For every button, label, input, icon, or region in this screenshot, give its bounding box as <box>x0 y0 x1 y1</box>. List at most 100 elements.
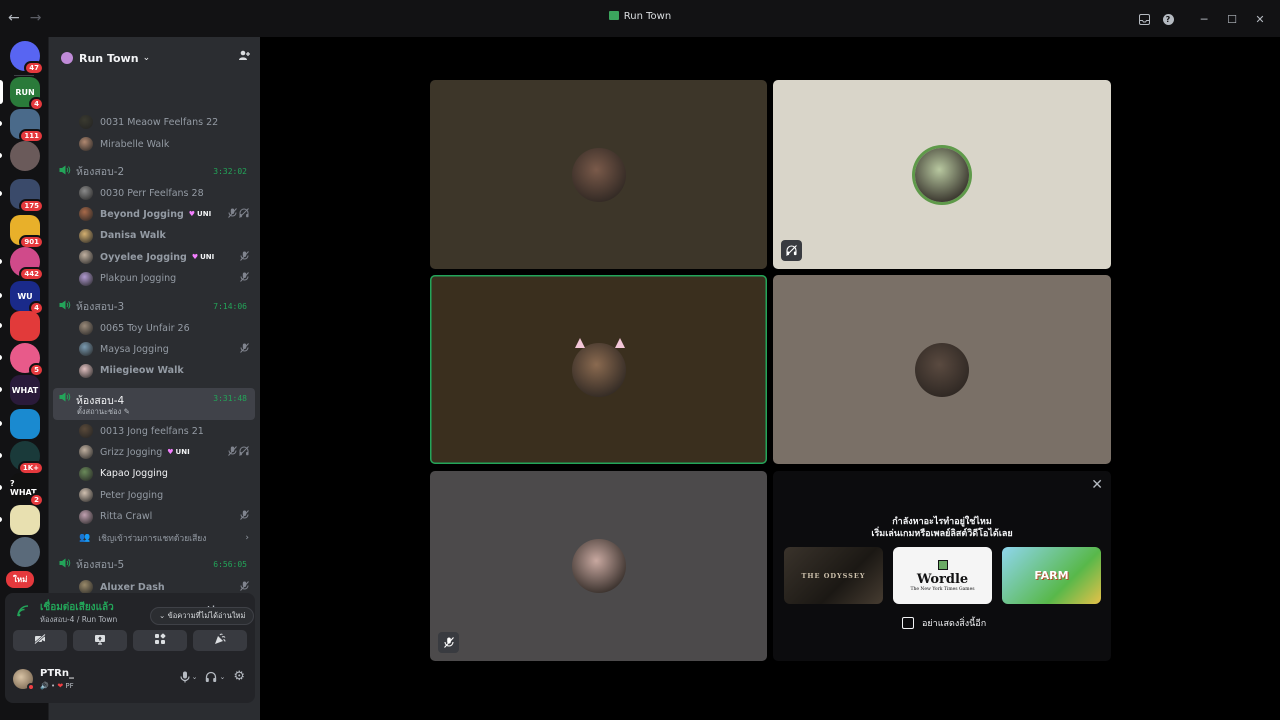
voice-user[interactable]: Beyond Jogging ♥ UNI <box>79 205 251 223</box>
suggestion-subtitle: เริ่มเล่นเกมหรือเพลย์ลิสต์วิดีโอได้เลย <box>871 529 1013 539</box>
server-icon-14[interactable]: ?WHAT 2 <box>0 473 44 507</box>
server-icon-8[interactable]: WU 4 <box>0 281 44 315</box>
server-icon-13[interactable]: 1K+ <box>0 441 44 475</box>
custom-status[interactable]: 🔊 • ❤ PF <box>40 682 74 690</box>
user-name: Plakpun Jogging <box>100 273 177 285</box>
voice-user[interactable]: 0065 Toy Unfair 26 <box>79 319 251 337</box>
video-tile-participant-2[interactable] <box>773 80 1111 269</box>
voice-user[interactable]: 0013 Jong feelfans 21 <box>79 422 251 440</box>
signal-icon[interactable] <box>17 605 29 620</box>
maximize-icon[interactable]: ☐ <box>1218 8 1246 30</box>
voice-user[interactable]: Ritta Crawl <box>79 508 251 526</box>
deafened-icon <box>781 240 802 261</box>
server-icon-2[interactable]: RUN 4 <box>0 77 44 111</box>
user-panel: PTRn_ 🔊 • ❤ PF ⌄ ⌄ ⚙ <box>5 657 255 703</box>
voice-user[interactable]: 0031 Meaow Feelfans 22 <box>79 113 251 131</box>
server-icon-1[interactable]: 47 <box>10 41 44 75</box>
voice-user[interactable]: Miiegieow Walk <box>79 362 251 380</box>
avatar <box>571 539 626 593</box>
avatar <box>79 342 93 357</box>
soundboard-button[interactable] <box>193 630 247 651</box>
voice-status-title[interactable]: เชื่อมต่อเสียงแล้ว <box>40 600 114 615</box>
voice-user[interactable]: Peter Jogging <box>79 486 251 504</box>
inbox-icon[interactable] <box>1132 8 1156 30</box>
voice-channel-5[interactable]: ห้องสอบ-5 6:56:05 <box>53 553 255 575</box>
voice-channel-3[interactable]: ห้องสอบ-3 7:14:06 <box>53 295 255 317</box>
server-icon-12[interactable] <box>0 409 40 439</box>
new-unread-pill[interactable]: ใหม่ <box>6 571 35 588</box>
speaker-status-icon: 🔊 <box>40 682 49 690</box>
voice-user[interactable]: Maysa Jogging <box>79 340 251 358</box>
invite-to-voice-row[interactable]: 👥 เชิญเข้าร่วมการแชทด้วยเสียง › <box>79 529 249 547</box>
server-icon-5[interactable]: 175 <box>0 179 44 213</box>
guild-header[interactable]: Run Town ⌄ <box>49 37 260 69</box>
avatar <box>79 228 93 243</box>
voice-user[interactable]: Mirabelle Walk <box>79 135 251 153</box>
server-icon-15[interactable] <box>0 505 40 535</box>
avatar <box>79 424 93 438</box>
unread-indicator <box>0 80 3 104</box>
gear-icon[interactable]: ⚙ <box>233 669 245 686</box>
close-window-icon[interactable]: ✕ <box>1246 8 1274 30</box>
microphone-icon[interactable] <box>179 671 190 686</box>
guild-tag: ♥ UNI <box>188 210 212 219</box>
channel-status[interactable]: ตั้งสถานะช่อง ✎ <box>77 406 130 418</box>
server-icon-4[interactable] <box>0 141 40 171</box>
voice-user[interactable]: Kapao Jogging <box>79 465 251 483</box>
add-member-icon[interactable] <box>238 49 250 64</box>
video-tile-participant-1[interactable] <box>430 80 767 269</box>
server-icon-9[interactable] <box>0 311 40 341</box>
user-name: Danisa Walk <box>100 230 166 242</box>
minimize-icon[interactable]: ─ <box>1190 8 1218 30</box>
muted-mic-icon <box>240 510 249 523</box>
voice-user[interactable]: Grizz Jogging ♥ UNI <box>79 443 251 461</box>
game-card-odyssey[interactable]: THE ODYSSEY <box>784 547 883 604</box>
chevron-down-icon: ⌄ <box>142 53 151 63</box>
voice-channel-2[interactable]: ห้องสอบ-2 3:32:02 <box>53 160 255 182</box>
wordle-logo-icon <box>937 559 948 570</box>
server-icon-6[interactable]: 901 <box>10 215 44 249</box>
dont-show-again-checkbox[interactable]: อย่าแสดงสิ่งนี้อีก <box>902 616 986 630</box>
avatar <box>79 115 93 129</box>
heart-icon: ♥ <box>167 448 174 457</box>
user-name: Beyond Jogging <box>100 208 184 220</box>
voice-user[interactable]: Oyyelee Jogging ♥ UNI <box>79 248 251 266</box>
server-icon-10[interactable]: 5 <box>0 343 44 377</box>
channel-timer: 3:32:02 <box>213 166 247 176</box>
video-tile-participant-3[interactable] <box>430 275 767 464</box>
avatar <box>79 137 93 151</box>
server-icon-11[interactable]: WHAT <box>0 375 40 405</box>
user-name: Maysa Jogging <box>100 343 169 355</box>
close-icon[interactable]: ✕ <box>1091 477 1103 493</box>
activities-button[interactable] <box>133 630 187 651</box>
avatar <box>79 207 93 222</box>
voice-user[interactable]: Danisa Walk <box>79 227 251 245</box>
user-name: Aluxer Dash <box>100 581 165 593</box>
soundboard-icon <box>214 633 226 648</box>
camera-toggle-button[interactable] <box>13 630 67 651</box>
game-card-wordle[interactable]: Wordle The New York Times Games <box>893 547 992 604</box>
unread-indicator <box>0 191 2 196</box>
headphones-icon[interactable] <box>205 671 217 686</box>
screen-share-button[interactable] <box>73 630 127 651</box>
server-icon-16[interactable] <box>10 537 40 567</box>
forward-arrow-icon[interactable]: → <box>30 10 42 26</box>
video-tile-participant-5[interactable] <box>430 471 767 661</box>
avatar <box>79 466 93 481</box>
server-icon-7[interactable]: 442 <box>0 247 44 281</box>
unread-messages-pill[interactable]: ⌄ ข้อความที่ไม่ได้อ่านใหม่ <box>150 607 255 625</box>
voice-user[interactable]: 0030 Perr Feelfans 28 <box>79 184 251 202</box>
voice-status-subtitle[interactable]: ห้องสอบ-4 / Run Town <box>40 614 117 626</box>
back-arrow-icon[interactable]: ← <box>8 10 20 26</box>
voice-channel-4[interactable]: ห้องสอบ-4 3:31:48 ตั้งสถานะช่อง ✎ <box>53 388 255 420</box>
avatar <box>79 488 93 503</box>
unread-indicator <box>0 485 2 490</box>
voice-user[interactable]: Plakpun Jogging <box>79 270 251 288</box>
mic-settings-chevron-icon[interactable]: ⌄ <box>192 673 198 686</box>
headphone-settings-chevron-icon[interactable]: ⌄ <box>219 673 225 686</box>
server-icon-3[interactable]: 111 <box>0 109 44 143</box>
help-icon[interactable]: ? <box>1156 8 1180 30</box>
username[interactable]: PTRn_ <box>40 668 74 679</box>
video-tile-participant-4[interactable] <box>773 275 1111 464</box>
game-card-farm[interactable]: FARM <box>1002 547 1101 604</box>
